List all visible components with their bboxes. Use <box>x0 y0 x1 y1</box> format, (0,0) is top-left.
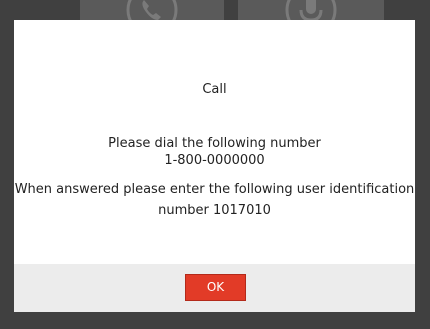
phone-icon <box>126 0 178 22</box>
screen: Call Please dial the following number 1-… <box>0 0 430 329</box>
dialog-footer: OK <box>14 264 415 312</box>
answer-prompt: When answered please enter the following… <box>14 182 415 197</box>
dial-instruction: Please dial the following number <box>108 136 321 151</box>
user-id-number: number 1017010 <box>158 203 271 218</box>
phone-number: 1-800-0000000 <box>164 153 265 168</box>
call-dialog: Call Please dial the following number 1-… <box>14 20 415 312</box>
microphone-icon <box>285 0 337 22</box>
call-tile <box>80 0 224 22</box>
dialog-body: Call Please dial the following number 1-… <box>14 20 415 264</box>
dialog-title: Call <box>202 82 227 97</box>
voice-tile <box>238 0 384 22</box>
ok-button[interactable]: OK <box>185 274 246 301</box>
